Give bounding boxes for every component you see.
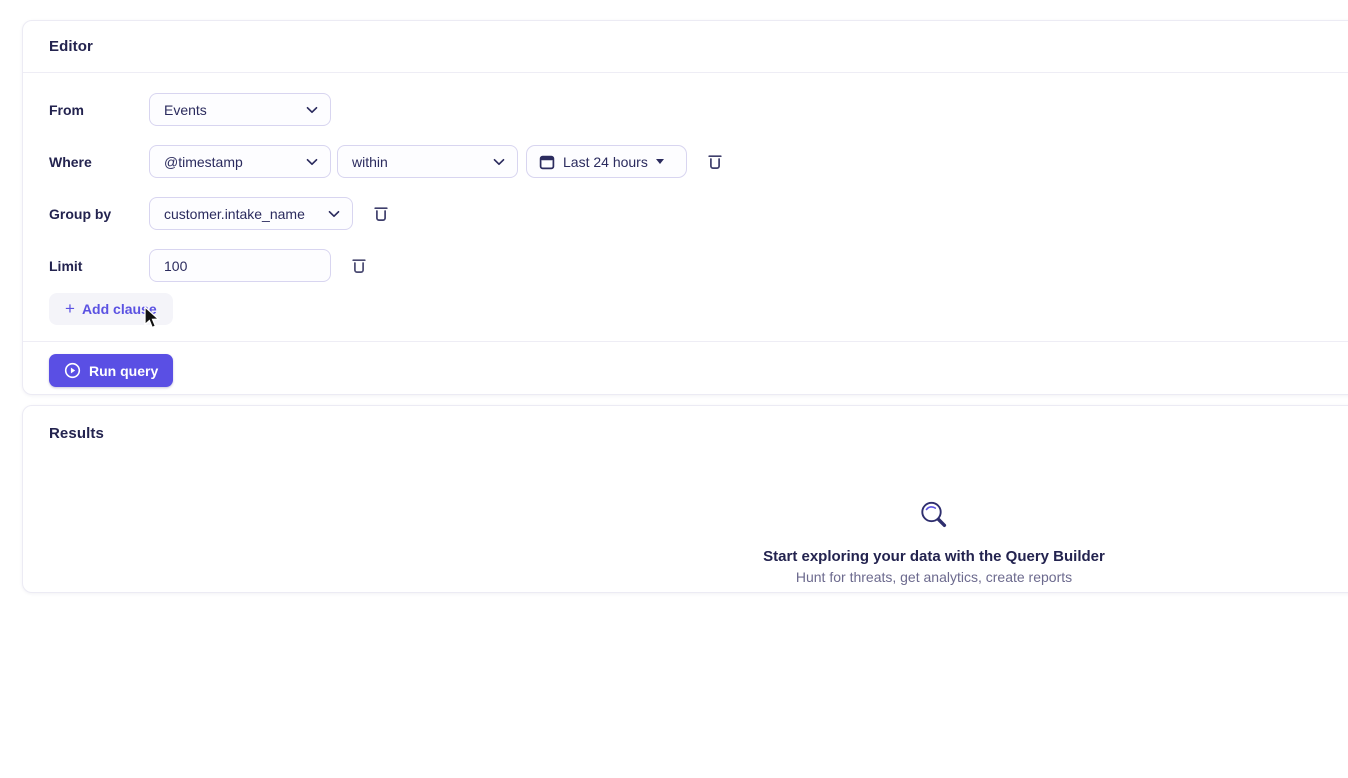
results-title: Results (23, 406, 1348, 452)
limit-label: Limit (49, 258, 149, 274)
from-label: From (49, 102, 149, 118)
trash-icon (707, 153, 723, 170)
add-clause-button[interactable]: + Add clause (49, 293, 173, 325)
chevron-down-icon (306, 158, 318, 166)
trash-icon (351, 257, 367, 274)
limit-input[interactable] (149, 249, 331, 282)
caret-down-icon (656, 159, 664, 164)
add-clause-label: Add clause (82, 301, 157, 317)
from-select[interactable]: Events (149, 93, 331, 126)
run-query-label: Run query (89, 363, 158, 379)
group-by-label: Group by (49, 206, 149, 222)
group-by-row: Group by customer.intake_name (49, 197, 1348, 230)
chevron-down-icon (493, 158, 505, 166)
group-by-select[interactable]: customer.intake_name (149, 197, 353, 230)
where-delete-button[interactable] (705, 151, 725, 172)
plus-icon: + (65, 300, 75, 317)
from-row: From Events (49, 93, 1348, 126)
chevron-down-icon (328, 210, 340, 218)
where-operator-value: within (352, 154, 388, 170)
editor-panel: Editor From Events Where @timestamp with… (22, 20, 1348, 395)
where-operator-select[interactable]: within (337, 145, 518, 178)
query-builder: From Events Where @timestamp within (23, 73, 1348, 325)
limit-row: Limit (49, 249, 1348, 282)
group-by-value: customer.intake_name (164, 206, 305, 222)
group-by-delete-button[interactable] (371, 203, 391, 224)
limit-delete-button[interactable] (349, 255, 369, 276)
calendar-icon (539, 154, 555, 170)
run-query-row: Run query (23, 342, 1348, 387)
editor-title: Editor (23, 21, 1348, 73)
chevron-down-icon (306, 106, 318, 114)
time-range-value: Last 24 hours (563, 154, 648, 170)
run-query-button[interactable]: Run query (49, 354, 173, 387)
where-row: Where @timestamp within Last 24 hours (49, 145, 1348, 178)
empty-state-title: Start exploring your data with the Query… (23, 548, 1348, 565)
from-select-value: Events (164, 102, 207, 118)
trash-icon (373, 205, 389, 222)
magnifier-icon (917, 498, 951, 537)
where-field-value: @timestamp (164, 154, 243, 170)
play-circle-icon (64, 362, 81, 379)
results-empty-state: Start exploring your data with the Query… (23, 498, 1348, 585)
empty-state-subtitle: Hunt for threats, get analytics, create … (23, 569, 1348, 585)
where-field-select[interactable]: @timestamp (149, 145, 331, 178)
where-label: Where (49, 154, 149, 170)
results-panel: Results Start exploring your data with t… (22, 405, 1348, 593)
time-range-button[interactable]: Last 24 hours (526, 145, 687, 178)
